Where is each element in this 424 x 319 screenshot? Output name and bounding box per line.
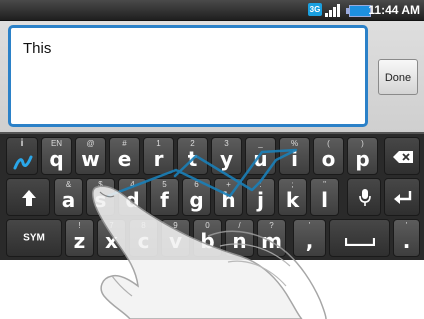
key-row3-4[interactable]: 0b: [193, 219, 222, 257]
sym-key[interactable]: SYM: [6, 219, 62, 257]
below-keyboard-area: [0, 260, 424, 319]
key-row2-0[interactable]: & a: [54, 178, 83, 216]
compose-area: This Done: [0, 21, 424, 133]
key-row3-1[interactable]: 7x: [97, 219, 126, 257]
key-main-label: l: [321, 188, 328, 212]
key-main-label: k: [285, 188, 300, 212]
swype-icon: [13, 155, 33, 170]
key-row2-7[interactable]: ; k: [278, 178, 307, 216]
enter-key[interactable]: [384, 178, 420, 216]
key-row3-6[interactable]: ? m: [257, 219, 286, 257]
key-main-label: c: [137, 229, 150, 253]
key-main-label: z: [73, 229, 86, 253]
key-swype-info[interactable]: i: [6, 137, 38, 175]
key-main-label: m: [261, 229, 282, 253]
key-main-label: a: [61, 188, 76, 212]
key-row1-9[interactable]: ) p: [347, 137, 378, 175]
key-row3-2[interactable]: 8c: [129, 219, 158, 257]
space-key[interactable]: [329, 219, 390, 257]
key-row1-2[interactable]: # e: [109, 137, 140, 175]
key-main-label: e: [117, 147, 132, 171]
key-row1-4[interactable]: 2t: [177, 137, 208, 175]
backspace-icon: [393, 151, 413, 163]
status-clock: 11:44 AM: [368, 3, 420, 17]
backspace-key[interactable]: [384, 137, 420, 175]
key-row1-0[interactable]: EN q: [41, 137, 72, 175]
shift-icon: [22, 190, 36, 206]
key-row1-7[interactable]: % i: [279, 137, 310, 175]
key-row2-2[interactable]: 4d: [118, 178, 147, 216]
key-main-label: q: [49, 147, 64, 171]
key-row1-3[interactable]: 1r: [143, 137, 174, 175]
key-main-label: d: [125, 188, 140, 212]
key-row2-6[interactable]: :j: [246, 178, 275, 216]
key-row2-1[interactable]: $ s: [86, 178, 115, 216]
key-row1-5[interactable]: 3y: [211, 137, 242, 175]
key-main-label: v: [168, 229, 183, 253]
key-main-label: s: [94, 188, 107, 212]
key-main-label: t: [187, 147, 198, 171]
key-main-label: u: [253, 147, 268, 171]
key-row2-5[interactable]: + h: [214, 178, 243, 216]
key-row3-5[interactable]: / n: [225, 219, 254, 257]
network-3g-icon: 3G: [308, 3, 322, 16]
period-key[interactable]: ' .: [393, 219, 420, 257]
text-input[interactable]: This: [8, 25, 368, 127]
status-bar: 3G 11:44 AM: [0, 0, 424, 21]
key-main-label: x: [105, 229, 118, 253]
enter-icon: [394, 191, 412, 204]
key-main-label: i: [291, 147, 298, 171]
microphone-icon: [359, 189, 371, 206]
microphone-key[interactable]: [347, 178, 381, 216]
shift-key[interactable]: [6, 178, 50, 216]
text-input-value: This: [23, 40, 52, 57]
key-row1-1[interactable]: @ w: [75, 137, 106, 175]
key-main-label: j: [257, 188, 264, 212]
comma-key[interactable]: ' ,: [293, 219, 326, 257]
key-row1-8[interactable]: (o: [313, 137, 344, 175]
key-main-label: n: [232, 229, 247, 253]
key-main-label: b: [200, 229, 215, 253]
key-main-label: p: [355, 147, 370, 171]
key-main-label: r: [153, 147, 164, 171]
key-main-label: g: [189, 188, 204, 212]
key-row3-3[interactable]: 9v: [161, 219, 190, 257]
key-main-label: f: [160, 188, 169, 212]
key-row2-3[interactable]: 5f: [150, 178, 179, 216]
key-main-label: h: [221, 188, 236, 212]
key-row1-6[interactable]: _ u: [245, 137, 276, 175]
key-row3-0[interactable]: ! z: [65, 219, 94, 257]
key-row2-4[interactable]: 6g: [182, 178, 211, 216]
key-row2-8[interactable]: " l: [310, 178, 339, 216]
key-main-label: o: [321, 147, 336, 171]
swype-keyboard: i EN q @ w # e 1 r 2 t 3 y _ u% i(o) p & a $ s 4 d 5 f 6 g + h: j; k…: [0, 132, 424, 262]
signal-icon: [325, 3, 343, 17]
space-icon: [345, 238, 375, 246]
key-main-label: y: [219, 147, 234, 171]
key-main-label: w: [81, 147, 100, 171]
done-button[interactable]: Done: [378, 59, 418, 95]
